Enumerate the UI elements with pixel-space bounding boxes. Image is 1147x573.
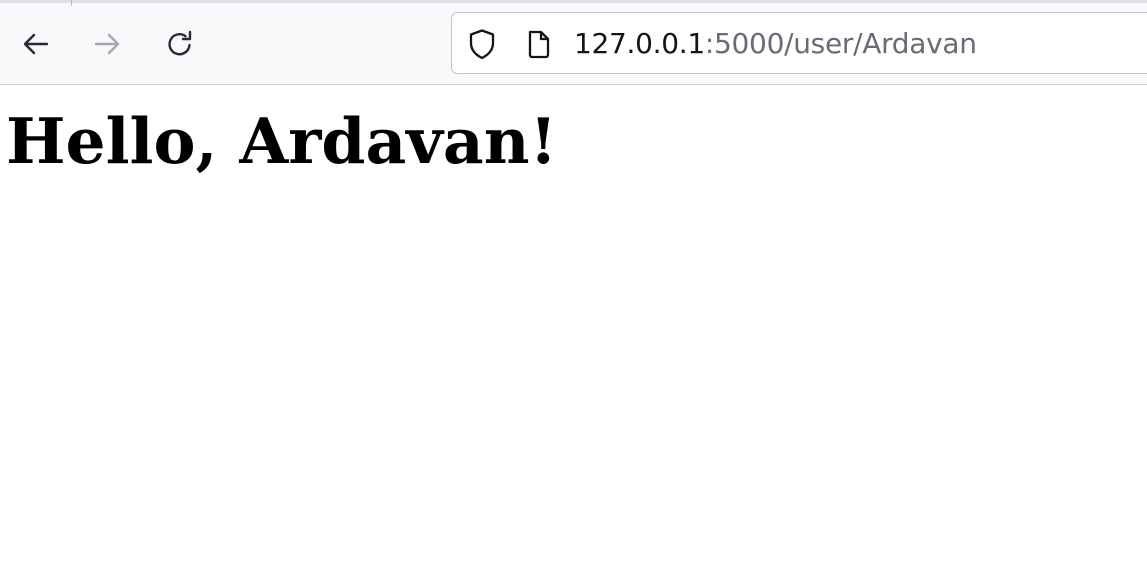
back-button[interactable] (16, 24, 56, 64)
page-content: Hello, Ardavan! (0, 86, 1147, 573)
browser-toolbar: 127.0.0.1:5000/user/Ardavan (0, 0, 1147, 85)
arrow-right-icon (91, 28, 123, 60)
arrow-left-icon (20, 28, 52, 60)
page-heading: Hello, Ardavan! (6, 104, 558, 178)
shield-icon[interactable] (464, 13, 500, 75)
url-path: :5000/user/Ardavan (704, 27, 977, 60)
page-icon (522, 13, 556, 75)
tab-strip-edge (0, 0, 1147, 3)
url-bar[interactable]: 127.0.0.1:5000/user/Ardavan (451, 12, 1147, 74)
forward-button[interactable] (87, 24, 127, 64)
url-host: 127.0.0.1 (574, 27, 705, 60)
url-text[interactable]: 127.0.0.1:5000/user/Ardavan (574, 13, 977, 75)
reload-icon (164, 28, 196, 60)
reload-button[interactable] (160, 24, 200, 64)
tab-separator (71, 0, 72, 6)
